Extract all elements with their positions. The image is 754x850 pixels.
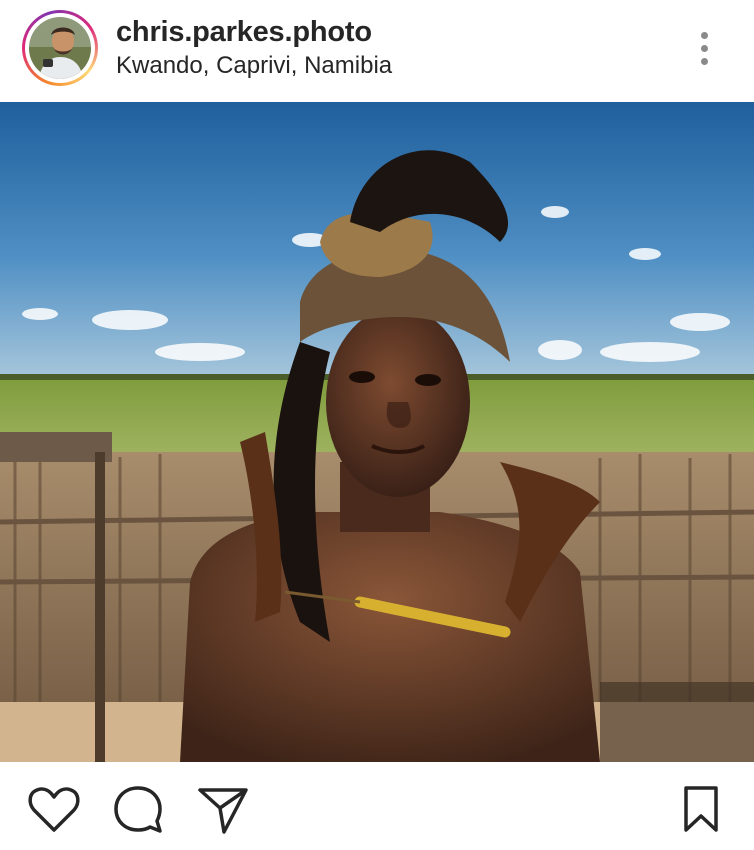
- bookmark-icon[interactable]: [676, 784, 732, 836]
- avatar-gap: [25, 13, 95, 83]
- story-ring[interactable]: [22, 10, 98, 86]
- comment-icon[interactable]: [112, 784, 168, 836]
- action-bar: [0, 762, 754, 850]
- share-icon[interactable]: [196, 784, 252, 836]
- avatar[interactable]: [29, 17, 91, 79]
- post-username[interactable]: chris.parkes.photo: [116, 16, 372, 49]
- more-dot: [701, 58, 708, 65]
- avatar-image: [29, 17, 91, 79]
- more-options-button[interactable]: [690, 24, 720, 74]
- more-dot: [701, 32, 708, 39]
- more-dot: [701, 45, 708, 52]
- portrait-photo: [0, 102, 754, 762]
- post-header: chris.parkes.photo Kwando, Caprivi, Nami…: [0, 0, 754, 102]
- post-location[interactable]: Kwando, Caprivi, Namibia: [116, 52, 392, 80]
- heart-icon[interactable]: [26, 784, 82, 836]
- post-photo[interactable]: [0, 102, 754, 762]
